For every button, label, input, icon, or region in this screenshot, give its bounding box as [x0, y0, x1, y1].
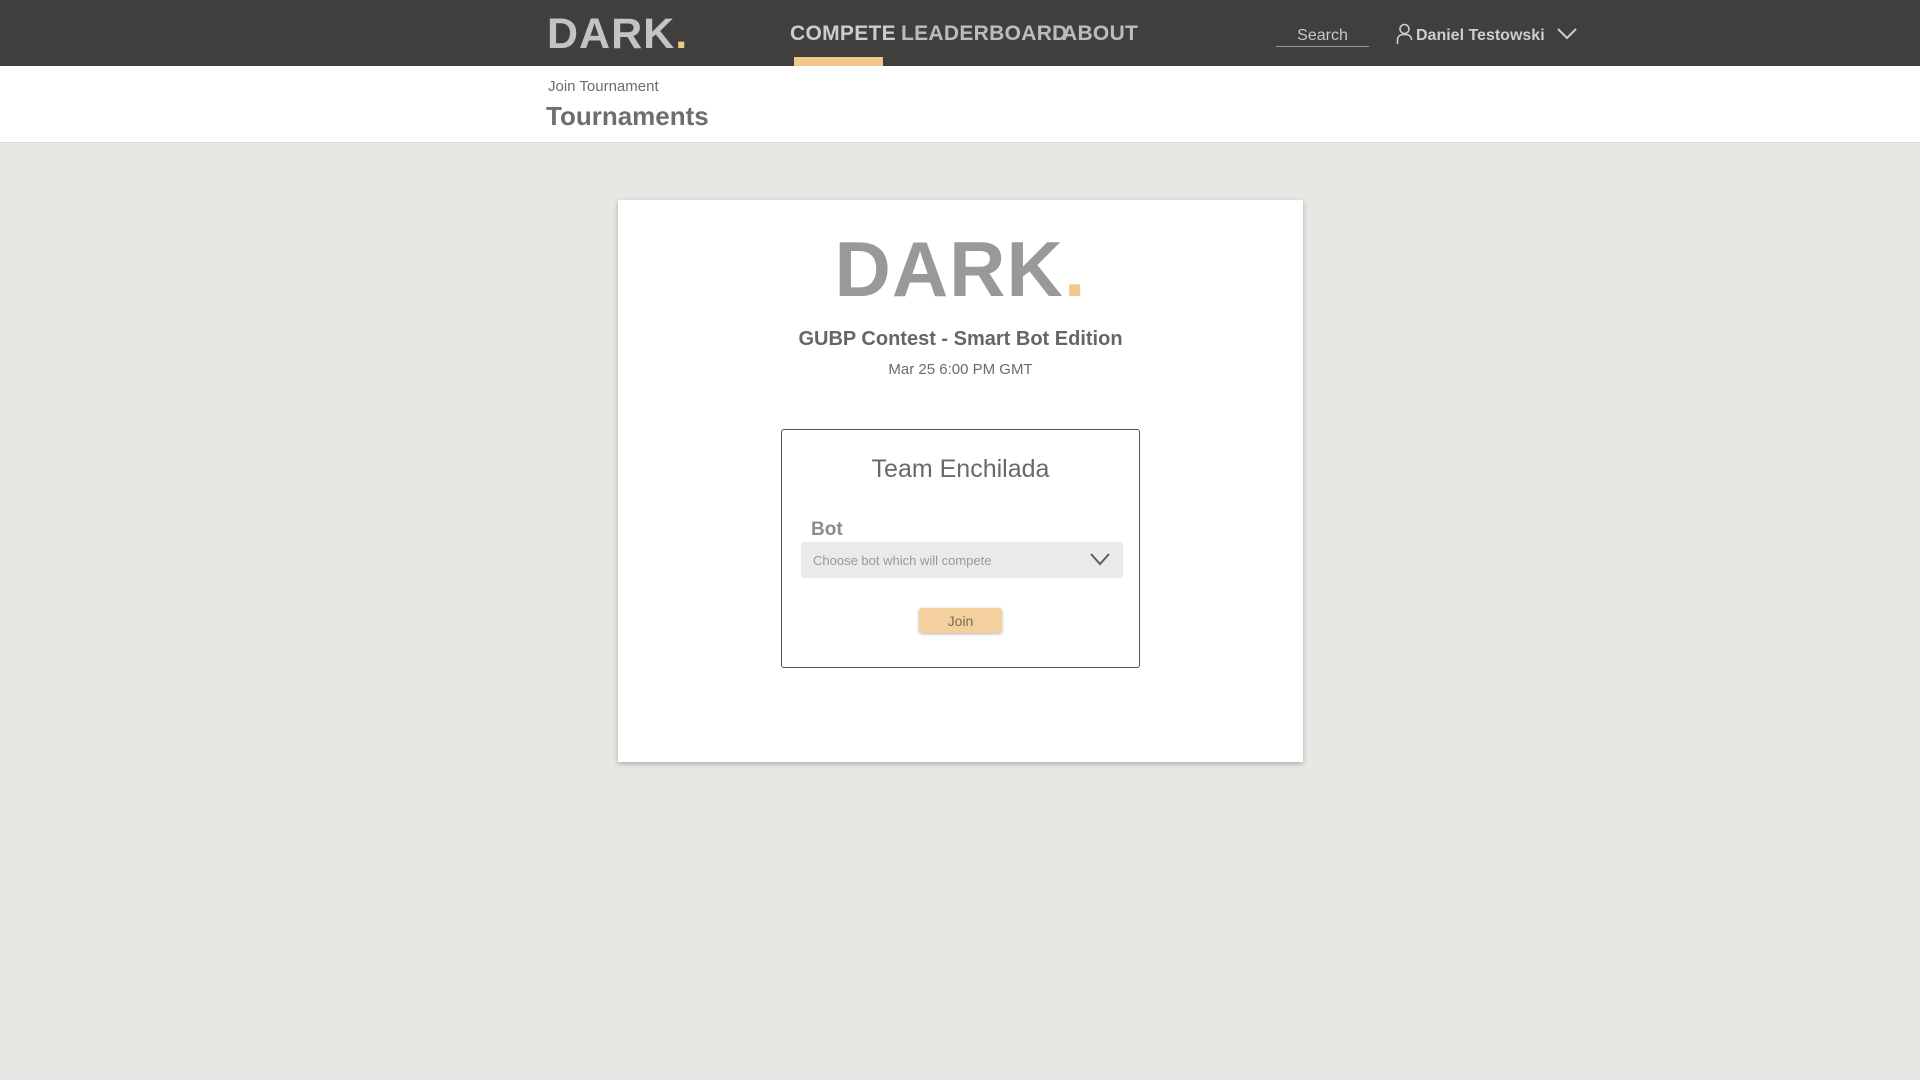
bot-select-placeholder: Choose bot which will compete — [813, 553, 992, 568]
logo-dot: . — [675, 10, 689, 58]
tournament-date: Mar 25 6:00 PM GMT — [888, 361, 1033, 378]
team-name: Team Enchilada — [871, 455, 1050, 483]
page-header: Join Tournament Tournaments — [0, 66, 1920, 143]
card-logo: DARK. — [618, 224, 1303, 315]
bot-select[interactable]: Choose bot which will compete — [801, 542, 1123, 578]
logo[interactable]: DARK. — [547, 10, 688, 59]
page-title: Tournaments — [546, 101, 709, 131]
card-logo-dot: . — [1063, 225, 1087, 313]
user-menu[interactable]: Daniel Testowski — [1396, 23, 1578, 50]
chevron-down-icon[interactable] — [1556, 27, 1578, 46]
bot-label: Bot — [811, 519, 843, 540]
card-logo-text: DARK — [834, 225, 1064, 313]
chevron-down-icon — [1089, 551, 1111, 572]
logo-text: DARK — [547, 10, 676, 58]
active-nav-indicator — [794, 57, 883, 66]
nav-item-leaderboard[interactable]: LEADERBOARD — [901, 22, 1068, 46]
breadcrumb[interactable]: Join Tournament — [548, 78, 659, 95]
tournament-name: GUBP Contest - Smart Bot Edition — [798, 328, 1123, 350]
join-tournament-card: DARK. GUBP Contest - Smart Bot Edition M… — [618, 200, 1303, 762]
top-nav-bar: DARK. COMPETE LEADERBOARD ABOUT Daniel T… — [0, 0, 1920, 66]
join-button[interactable]: Join — [919, 608, 1002, 633]
team-panel: Team Enchilada Bot Choose bot which will… — [781, 429, 1140, 668]
nav-item-about[interactable]: ABOUT — [1062, 22, 1138, 46]
search-input[interactable] — [1276, 26, 1369, 47]
nav-item-compete[interactable]: COMPETE — [790, 22, 896, 46]
user-name: Daniel Testowski — [1416, 27, 1545, 44]
user-icon — [1396, 23, 1413, 50]
